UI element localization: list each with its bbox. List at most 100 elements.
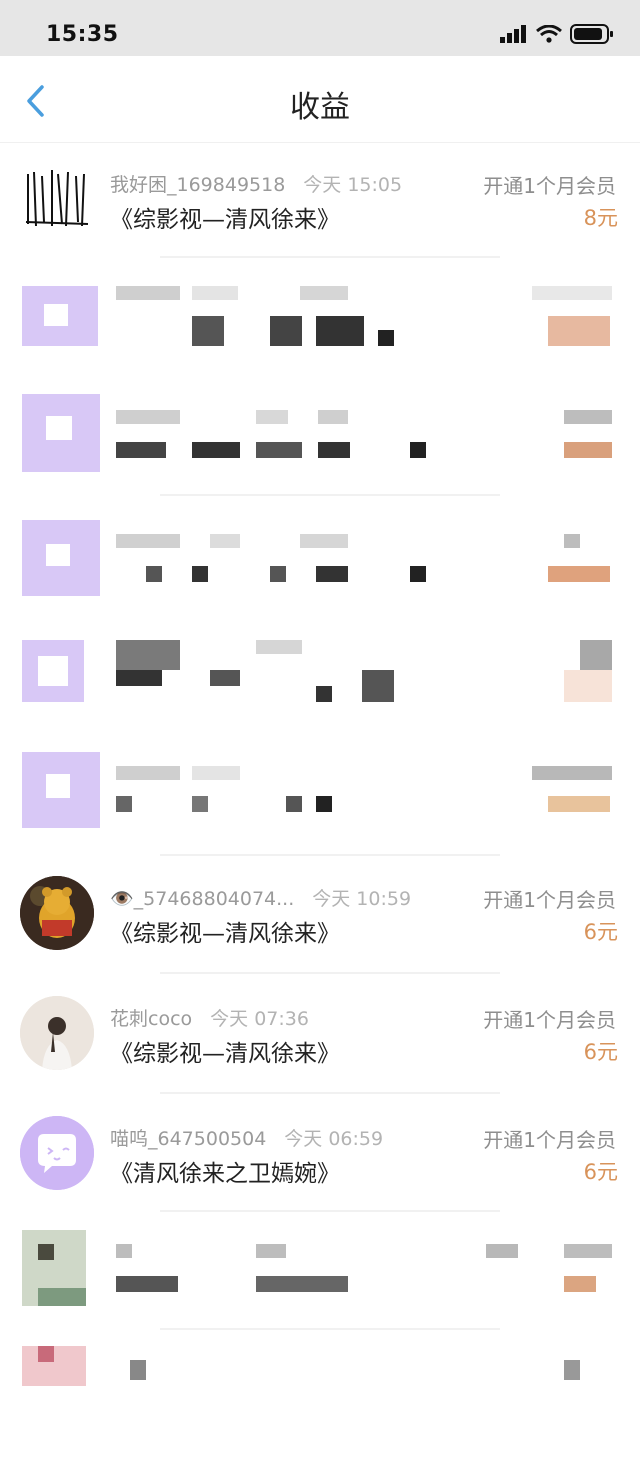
pixel-block (256, 640, 302, 654)
amount: 6元 (583, 1160, 618, 1184)
action-label: 开通1个月会员 (483, 1128, 616, 1152)
pixel-block (564, 670, 612, 702)
timestamp: 今天 06:59 (284, 1128, 384, 1150)
pixel-block (192, 286, 238, 300)
pixel-block (270, 316, 302, 346)
pixel-block (564, 534, 580, 548)
pixel-block (564, 410, 612, 424)
pixel-block (300, 534, 348, 548)
pixel-block (580, 640, 612, 670)
pixelated-row (0, 1338, 640, 1458)
earning-row[interactable]: 我好困_169849518 今天 15:05 《综影视—清风徐来》 开通1个月会员… (0, 142, 640, 262)
pixel-block (38, 1346, 54, 1362)
pixel-block (548, 316, 610, 346)
earning-row[interactable]: 👁️_57468804074... 今天 10:59 《综影视—清风徐来》 开通1… (0, 858, 640, 978)
earning-row[interactable]: 花刺coco 今天 07:36 《综影视—清风徐来》 开通1个月会员 6元 (0, 978, 640, 1098)
earning-row[interactable]: 喵呜_647500504 今天 06:59 《清风徐来之卫嫣婉》 开通1个月会员 … (0, 1098, 640, 1218)
avatar (20, 1116, 94, 1190)
pixel-block (116, 1244, 132, 1258)
pixel-block (532, 286, 612, 300)
pixel-block (316, 686, 332, 702)
pixel-block (300, 286, 348, 300)
pixel-block (256, 1276, 348, 1292)
pixelated-row (0, 510, 640, 630)
page-title: 收益 (290, 90, 350, 125)
row-divider (160, 1328, 500, 1330)
amount: 6元 (583, 1040, 618, 1064)
pixel-block (564, 1244, 612, 1258)
status-icons (500, 24, 614, 44)
pixel-block (116, 766, 180, 780)
pixel-block (116, 534, 180, 548)
pixel-block (116, 1276, 178, 1292)
username: 👁️_57468804074... (110, 888, 295, 910)
pixel-block (192, 442, 240, 458)
pixelated-row (0, 630, 640, 750)
avatar (22, 164, 92, 234)
timestamp: 今天 07:36 (210, 1008, 309, 1030)
pixel-block (256, 410, 288, 424)
pixel-block (486, 1244, 518, 1258)
pixel-block (378, 330, 394, 346)
pixel-block (410, 442, 426, 458)
pixel-block (362, 670, 394, 702)
pixel-block (316, 796, 332, 812)
chat-bubble-icon (20, 1116, 94, 1190)
pixel-block (46, 774, 70, 798)
pixel-block (532, 766, 612, 780)
work-title: 《综影视—清风徐来》 (110, 1041, 340, 1067)
avatar (20, 996, 94, 1070)
pixel-block (116, 442, 166, 458)
status-time: 15:35 (46, 22, 119, 47)
pixel-block (564, 1360, 580, 1380)
pixel-block (548, 566, 610, 582)
pixel-block (130, 1360, 146, 1380)
pixel-block (116, 410, 180, 424)
action-label: 开通1个月会员 (483, 888, 616, 912)
username: 喵呜_647500504 (110, 1128, 267, 1150)
row-divider (160, 1210, 500, 1212)
pixel-block (210, 670, 240, 686)
pixel-block (38, 1244, 54, 1260)
pixel-block (38, 656, 68, 686)
row-divider (160, 972, 500, 974)
amount: 8元 (583, 206, 618, 230)
pixel-block (46, 416, 72, 440)
work-title: 《综影视—清风徐来》 (110, 921, 340, 947)
row-divider (160, 854, 500, 856)
timestamp: 今天 15:05 (303, 174, 403, 196)
pixel-block (116, 640, 180, 670)
row-meta: 花刺coco 今天 07:36 (110, 1004, 309, 1031)
row-meta: 喵呜_647500504 今天 06:59 (110, 1124, 383, 1151)
row-meta: 我好困_169849518 今天 15:05 (110, 170, 402, 197)
work-title: 《清风徐来之卫嫣婉》 (110, 1161, 340, 1187)
pixel-block (316, 566, 348, 582)
pixel-block (46, 544, 70, 566)
pixelated-avatar (22, 1346, 86, 1386)
action-label: 开通1个月会员 (483, 174, 616, 198)
pixel-block (116, 670, 162, 686)
avatar (20, 876, 94, 950)
pixel-block (146, 566, 162, 582)
pixel-block (210, 534, 240, 548)
pixel-block (564, 1276, 596, 1292)
pixel-block (192, 566, 208, 582)
pixel-block (192, 796, 208, 812)
row-divider (160, 494, 500, 496)
pixel-block (316, 316, 364, 346)
pixel-block (192, 766, 240, 780)
pixel-block (286, 796, 302, 812)
row-meta: 👁️_57468804074... 今天 10:59 (110, 884, 411, 911)
pixel-block (116, 796, 132, 812)
status-bar: 15:35 (0, 0, 640, 56)
work-title: 《综影视—清风徐来》 (110, 207, 340, 233)
pixelated-row (0, 1222, 640, 1342)
pixel-block (318, 410, 348, 424)
row-divider (160, 256, 500, 258)
pixel-block (256, 1244, 286, 1258)
battery-icon (570, 24, 613, 44)
timestamp: 今天 10:59 (312, 888, 412, 910)
wifi-icon (536, 25, 562, 43)
pixel-block (44, 304, 68, 326)
pixel-block (270, 566, 286, 582)
